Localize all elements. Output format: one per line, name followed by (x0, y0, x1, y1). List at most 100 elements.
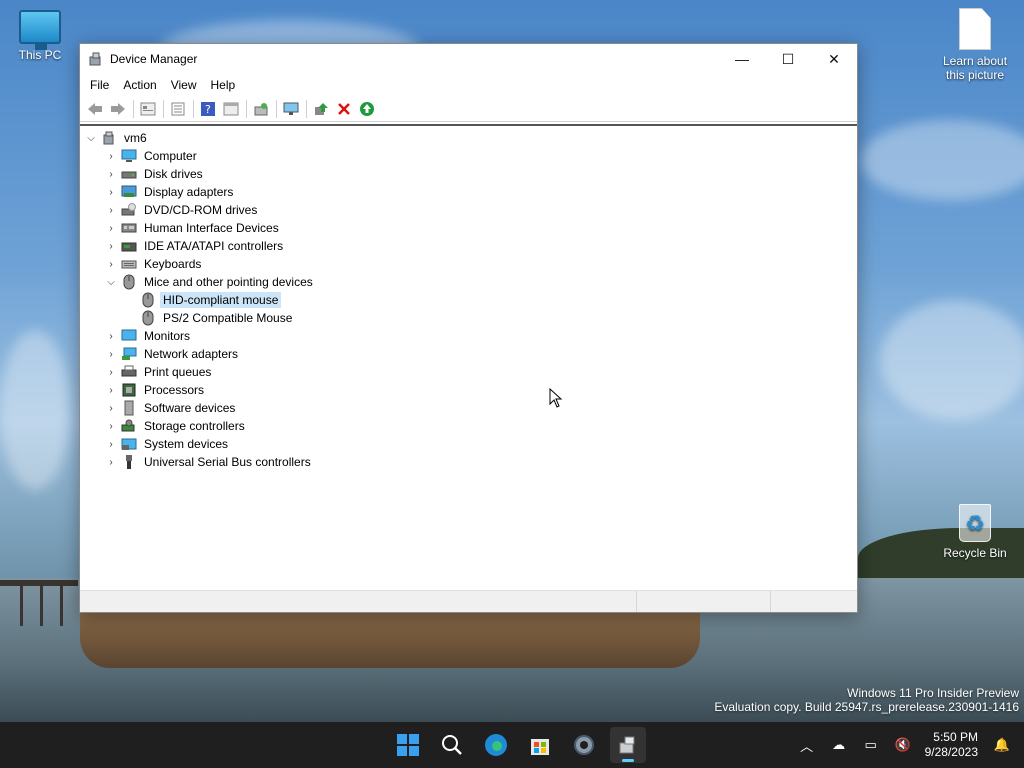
ide-icon (121, 238, 137, 254)
monitor-icon[interactable] (280, 98, 302, 120)
tree-item-label: Storage controllers (144, 419, 245, 433)
tree-item-system-devices[interactable]: › System devices (80, 435, 857, 453)
tree-item-processors[interactable]: › Processors (80, 381, 857, 399)
tree-item-usb-controllers[interactable]: › Universal Serial Bus controllers (80, 453, 857, 471)
tree-child-hid-mouse[interactable]: HID-compliant mouse (80, 291, 857, 309)
chevron-right-icon[interactable]: › (104, 435, 118, 453)
tree-item-monitors[interactable]: › Monitors (80, 327, 857, 345)
tree-root[interactable]: ⌵ vm6 (80, 129, 857, 147)
tree-item-label: Mice and other pointing devices (144, 275, 313, 289)
chevron-right-icon[interactable]: › (104, 327, 118, 345)
clock-date: 9/28/2023 (924, 745, 978, 759)
status-cell (637, 591, 771, 612)
chevron-right-icon[interactable]: › (104, 255, 118, 273)
menu-file[interactable]: File (84, 76, 115, 94)
tree-item-label: IDE ATA/ATAPI controllers (144, 239, 284, 253)
chevron-right-icon[interactable]: › (104, 399, 118, 417)
tree-child-ps2-mouse[interactable]: PS/2 Compatible Mouse (80, 309, 857, 327)
tree-item-mice[interactable]: ⌵ Mice and other pointing devices (80, 273, 857, 291)
desktop-icon-this-pc[interactable]: This PC (0, 10, 80, 62)
update-driver-icon[interactable] (310, 98, 332, 120)
enable-icon[interactable] (356, 98, 378, 120)
monitor-icon (121, 328, 137, 344)
computer-icon (121, 148, 137, 164)
tree-item-storage-controllers[interactable]: › Storage controllers (80, 417, 857, 435)
menu-action[interactable]: Action (117, 76, 162, 94)
network-icon[interactable]: ▭ (859, 733, 883, 757)
chevron-down-icon[interactable]: ⌵ (104, 273, 118, 291)
chevron-right-icon[interactable]: › (104, 165, 118, 183)
system-icon (121, 436, 137, 452)
status-bar (80, 590, 857, 612)
tree-item-label: Display adapters (144, 185, 234, 199)
view-icon[interactable] (220, 98, 242, 120)
tree-child-label: PS/2 Compatible Mouse (163, 311, 293, 325)
chevron-right-icon[interactable]: › (104, 417, 118, 435)
edge-icon[interactable] (478, 727, 514, 763)
status-cell (80, 591, 637, 612)
software-icon (121, 400, 137, 416)
chevron-right-icon[interactable]: › (104, 381, 118, 399)
tree-item-print-queues[interactable]: › Print queues (80, 363, 857, 381)
back-icon[interactable] (84, 98, 106, 120)
desktop-icon-learn-picture[interactable]: Learn about this picture (935, 8, 1015, 82)
chevron-up-icon[interactable]: ︿ (795, 733, 819, 757)
device-manager-icon[interactable] (610, 727, 646, 763)
tree-item-human-interface-devices[interactable]: › Human Interface Devices (80, 219, 857, 237)
tree-item-label: Computer (144, 149, 197, 163)
maximize-button[interactable]: ☐ (765, 44, 811, 74)
title-bar[interactable]: Device Manager — ☐ ✕ (80, 44, 857, 74)
tree-item-label: DVD/CD-ROM drives (144, 203, 258, 217)
list-icon[interactable] (167, 98, 189, 120)
tree-item-keyboards[interactable]: › Keyboards (80, 255, 857, 273)
tree-item-ide-controllers[interactable]: › IDE ATA/ATAPI controllers (80, 237, 857, 255)
chevron-right-icon[interactable]: › (104, 147, 118, 165)
chevron-right-icon[interactable]: › (104, 345, 118, 363)
start-icon[interactable] (390, 727, 426, 763)
uninstall-icon[interactable] (333, 98, 355, 120)
network-icon (121, 346, 137, 362)
tree-item-computer[interactable]: › Computer (80, 147, 857, 165)
close-button[interactable]: ✕ (811, 44, 857, 74)
storage-icon (121, 418, 137, 434)
store-icon[interactable] (522, 727, 558, 763)
properties-icon[interactable] (137, 98, 159, 120)
onedrive-icon[interactable]: ☁ (827, 733, 851, 757)
desktop-icon-recycle-bin[interactable]: ♻ Recycle Bin (935, 504, 1015, 560)
tree-item-label: Network adapters (144, 347, 239, 361)
chevron-down-icon[interactable]: ⌵ (84, 129, 98, 147)
volume-muted-icon[interactable]: 🔇 (891, 733, 915, 757)
svg-text:?: ? (205, 103, 211, 116)
tree-item-dvd-drives[interactable]: › DVD/CD-ROM drives (80, 201, 857, 219)
chevron-right-icon[interactable]: › (104, 183, 118, 201)
scan-icon[interactable] (250, 98, 272, 120)
settings-icon[interactable] (566, 727, 602, 763)
clock-time: 5:50 PM (933, 730, 978, 744)
device-manager-window: Device Manager — ☐ ✕ File Action View He… (79, 43, 858, 613)
menu-view[interactable]: View (165, 76, 203, 94)
tree-item-label: Keyboards (144, 257, 202, 271)
mouse-icon (140, 310, 156, 326)
search-icon[interactable] (434, 727, 470, 763)
tree-item-disk-drives[interactable]: › Disk drives (80, 165, 857, 183)
tree-item-network-adapters[interactable]: › Network adapters (80, 345, 857, 363)
menu-help[interactable]: Help (205, 76, 242, 94)
tree-item-label: Disk drives (144, 167, 203, 181)
watermark-line-2: Evaluation copy. Build 25947.rs_prerelea… (714, 700, 1019, 714)
disk-icon (121, 166, 137, 182)
notification-bell-icon[interactable]: 🔔 (990, 733, 1014, 757)
chevron-right-icon[interactable]: › (104, 219, 118, 237)
chevron-right-icon[interactable]: › (104, 453, 118, 471)
tree-item-software-devices[interactable]: › Software devices (80, 399, 857, 417)
tree-item-display-adapters[interactable]: › Display adapters (80, 183, 857, 201)
minimize-button[interactable]: — (719, 44, 765, 74)
chevron-right-icon[interactable]: › (104, 201, 118, 219)
help-icon[interactable]: ? (197, 98, 219, 120)
mouse-icon (140, 292, 156, 308)
chevron-right-icon[interactable]: › (104, 237, 118, 255)
forward-icon[interactable] (107, 98, 129, 120)
toolbar: ? (80, 96, 857, 122)
chevron-right-icon[interactable]: › (104, 363, 118, 381)
clock[interactable]: 5:50 PM 9/28/2023 (925, 730, 978, 760)
display-adapter-icon (121, 184, 137, 200)
